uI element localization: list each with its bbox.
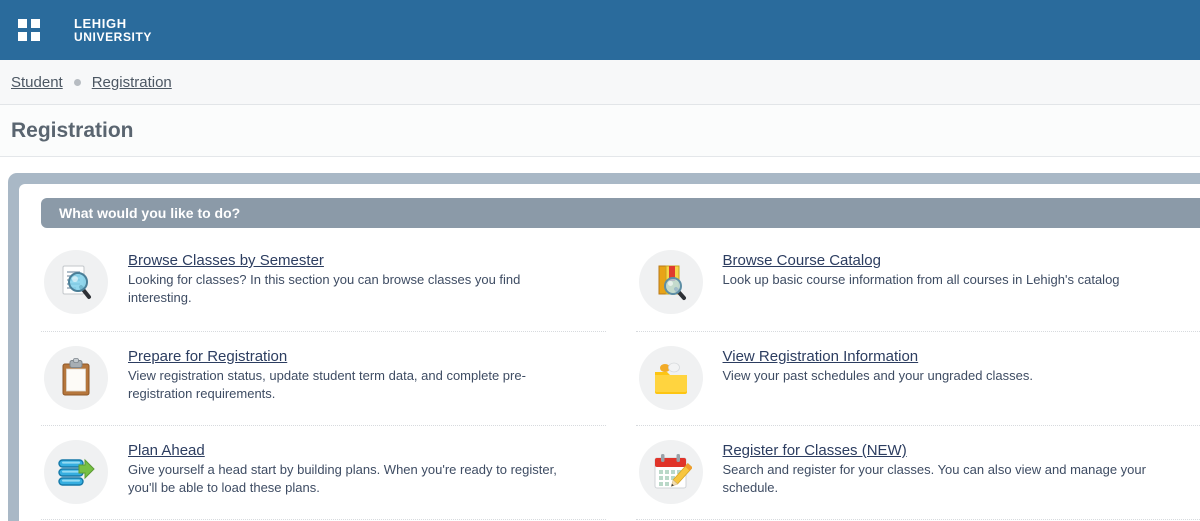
menu-item-description: View your past schedules and your ungrad… <box>722 368 1034 383</box>
menu-item-text: Browse Course Catalog Look up basic cour… <box>723 250 1120 289</box>
menu-item-register-for-classes[interactable]: Register for Classes (NEW) Search and re… <box>635 426 1200 520</box>
menu-item-description: Give yourself a head start by building p… <box>128 462 557 496</box>
menu-item-description: View registration status, update student… <box>128 368 526 402</box>
menu-item-text: View Registration Information View your … <box>723 346 1034 385</box>
menu-item-text: Register for Classes (NEW) Search and re… <box>723 440 1187 498</box>
dot-separator-icon <box>73 78 81 86</box>
calendar-pencil-icon <box>638 440 703 504</box>
grid-cell <box>31 19 40 28</box>
plan-list-arrow-icon <box>44 440 108 504</box>
grid-apps-icon[interactable] <box>18 19 40 41</box>
top-brand-bar: LEHIGH UNIVERSITY <box>0 0 1200 60</box>
menu-item-browse-classes-by-semester[interactable]: Browse Classes by Semester Looking for c… <box>41 238 606 332</box>
menu-item-description: Look up basic course information from al… <box>722 272 1120 287</box>
link-browse-classes-by-semester[interactable]: Browse Classes by Semester <box>128 252 324 269</box>
menu-item-view-registration-information[interactable]: View Registration Information View your … <box>635 332 1200 426</box>
registration-menu-grid: Browse Classes by Semester Looking for c… <box>19 238 1200 520</box>
grid-cell <box>31 32 40 41</box>
menu-item-text: Prepare for Registration View registrati… <box>128 346 583 404</box>
section-header-label: What would you like to do? <box>59 205 241 221</box>
grid-cell <box>18 19 27 28</box>
menu-item-prepare-for-registration[interactable]: Prepare for Registration View registrati… <box>41 332 606 426</box>
link-prepare-for-registration[interactable]: Prepare for Registration <box>128 348 287 365</box>
content-outer-panel: What would you like to do? Browse Classe… <box>8 173 1200 521</box>
book-search-icon <box>638 250 703 314</box>
menu-item-description: Looking for classes? In this section you… <box>128 272 521 306</box>
grid-cell <box>18 32 27 41</box>
breadcrumb-item-student[interactable]: Student <box>11 74 63 91</box>
link-browse-course-catalog[interactable]: Browse Course Catalog <box>723 252 881 269</box>
link-register-for-classes[interactable]: Register for Classes (NEW) <box>723 442 907 459</box>
link-plan-ahead[interactable]: Plan Ahead <box>128 442 205 459</box>
page-title-bar: Registration <box>0 105 1200 157</box>
menu-item-text: Plan Ahead Give yourself a head start by… <box>128 440 583 498</box>
breadcrumb: Student Registration <box>0 60 1200 105</box>
document-search-icon <box>44 250 108 314</box>
menu-item-plan-ahead[interactable]: Plan Ahead Give yourself a head start by… <box>41 426 606 520</box>
menu-item-text: Browse Classes by Semester Looking for c… <box>128 250 583 308</box>
brand-name-line2: UNIVERSITY <box>74 29 153 44</box>
menu-item-browse-course-catalog[interactable]: Browse Course Catalog Look up basic cour… <box>635 238 1200 332</box>
page-title: Registration <box>11 118 134 142</box>
section-header: What would you like to do? <box>41 198 1200 228</box>
brand-name-line1: LEHIGH <box>74 15 127 31</box>
clipboard-icon <box>44 346 108 410</box>
link-view-registration-information[interactable]: View Registration Information <box>723 348 919 365</box>
brand-logo: LEHIGH UNIVERSITY <box>74 17 152 43</box>
content-card: What would you like to do? Browse Classe… <box>19 184 1200 521</box>
breadcrumb-item-registration[interactable]: Registration <box>92 74 172 91</box>
open-folder-icon <box>638 346 703 410</box>
menu-item-description: Search and register for your classes. Yo… <box>722 462 1146 496</box>
